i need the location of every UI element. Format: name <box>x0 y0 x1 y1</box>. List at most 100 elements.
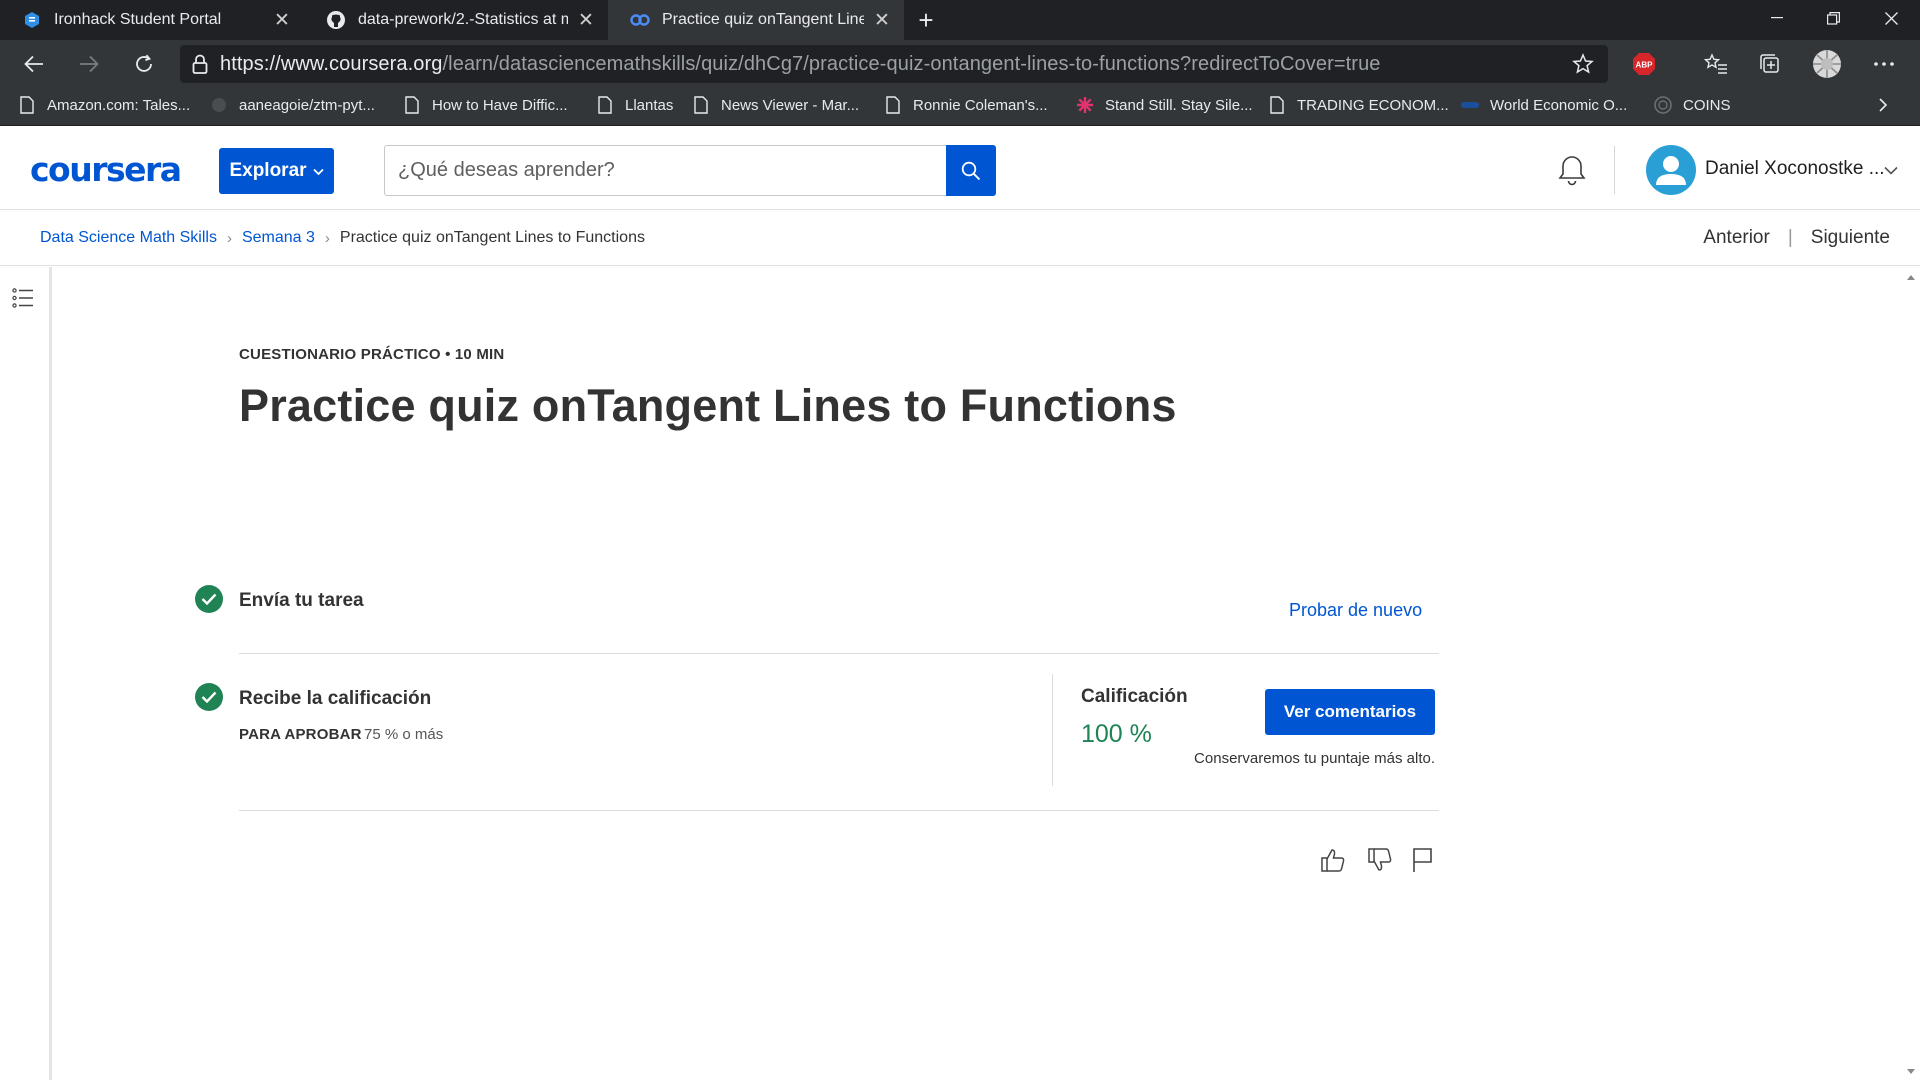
close-window-icon[interactable] <box>1863 0 1919 36</box>
avatar[interactable] <box>1646 145 1696 195</box>
course-outline-rail <box>0 267 52 1080</box>
page-icon <box>1268 96 1286 114</box>
breadcrumb-week[interactable]: Semana 3 <box>242 229 315 247</box>
item-type-label: CUESTIONARIO PRÁCTICO • 10 MIN <box>239 346 505 363</box>
refresh-icon[interactable] <box>126 46 162 82</box>
bookmark-item[interactable]: TRADING ECONOM... <box>1268 88 1449 122</box>
bookmark-item[interactable]: Ronnie Coleman's... <box>884 88 1048 122</box>
search-input[interactable] <box>398 159 946 182</box>
thumbs-up-icon[interactable] <box>1318 845 1348 875</box>
search-box <box>384 145 946 196</box>
github-icon <box>210 96 228 114</box>
restore-icon[interactable] <box>1805 0 1861 36</box>
pass-requirement-label: PARA APROBAR <box>239 726 362 743</box>
step-submit-title: Envía tu tarea <box>239 590 364 611</box>
retry-link[interactable]: Probar de nuevo <box>1289 600 1422 621</box>
asterisk-icon <box>1076 96 1094 114</box>
step-grade-title: Recibe la calificación <box>239 688 432 709</box>
bookmark-label: aaneagoie/ztm-pyt... <box>239 96 375 114</box>
ironhack-icon <box>22 10 42 30</box>
coin-icon <box>1654 96 1672 114</box>
lock-icon[interactable] <box>180 54 220 74</box>
tab-title: data-prework/2.-Statistics at ma <box>358 11 568 28</box>
coursera-icon <box>630 10 650 30</box>
notifications-bell-icon[interactable] <box>1556 154 1588 191</box>
tab-title: Practice quiz onTangent Lines to <box>662 11 864 28</box>
explore-label: Explorar <box>229 160 307 181</box>
scroll-up-arrow-icon[interactable] <box>1907 275 1915 280</box>
url-scheme: https:// <box>220 52 281 75</box>
grade-value: 100 % <box>1081 720 1152 748</box>
breadcrumb-course[interactable]: Data Science Math Skills <box>40 229 217 247</box>
course-outline-list-icon[interactable] <box>12 287 34 314</box>
nav-separator: | <box>1787 227 1793 248</box>
bookmark-item[interactable]: Llantas <box>596 88 673 122</box>
tab-close-icon[interactable]: ✕ <box>272 9 292 32</box>
chevron-right-icon: › <box>226 229 232 247</box>
page-icon <box>18 96 36 114</box>
collections-icon[interactable] <box>1752 46 1788 82</box>
bookmark-label: Llantas <box>625 96 674 114</box>
adblock-icon[interactable]: ABP <box>1626 46 1662 82</box>
tab-close-icon[interactable]: ✕ <box>576 9 596 32</box>
flag-icon[interactable] <box>1407 845 1437 875</box>
section-divider <box>239 653 1439 654</box>
bookmark-star-icon[interactable] <box>1572 53 1594 80</box>
header-divider <box>1614 146 1615 194</box>
thumbs-down-icon[interactable] <box>1365 845 1395 875</box>
tab-coursera-quiz[interactable]: Practice quiz onTangent Lines to ✕ <box>608 0 904 40</box>
bookmark-label: News Viewer - Mar... <box>721 96 860 114</box>
favorites-icon[interactable] <box>1698 46 1734 82</box>
user-name[interactable]: Daniel Xoconostke ... <box>1705 158 1885 180</box>
explore-button[interactable]: Explorar <box>219 148 334 194</box>
tab-github[interactable]: data-prework/2.-Statistics at ma ✕ <box>304 0 608 40</box>
breadcrumb: Data Science Math Skills › Semana 3 › Pr… <box>40 229 645 247</box>
bookmarks-overflow-icon[interactable] <box>1878 88 1888 122</box>
bookmark-item[interactable]: Amazon.com: Tales... <box>18 88 190 122</box>
bookmark-item[interactable]: Stand Still. Stay Sile... <box>1076 88 1253 122</box>
previous-link[interactable]: Anterior <box>1703 227 1770 249</box>
grade-divider <box>1052 674 1053 786</box>
page-title: Practice quiz onTangent Lines to Functio… <box>239 380 1177 431</box>
chevron-down-icon[interactable] <box>1884 162 1898 180</box>
scrollbar[interactable] <box>1903 267 1920 1080</box>
breadcrumb-bar: Data Science Math Skills › Semana 3 › Pr… <box>0 210 1920 266</box>
coursera-logo[interactable]: coursera <box>30 150 182 189</box>
check-circle-icon <box>195 585 223 613</box>
bookmark-label: Amazon.com: Tales... <box>47 96 191 114</box>
view-feedback-button[interactable]: Ver comentarios <box>1265 689 1435 735</box>
tab-ironhack[interactable]: Ironhack Student Portal ✕ <box>0 0 304 40</box>
bookmark-item[interactable]: How to Have Diffic... <box>403 88 568 122</box>
pass-requirement-value: 75 % o más <box>364 726 444 743</box>
grade-label: Calificación <box>1081 686 1188 707</box>
page-icon <box>692 96 710 114</box>
address-bar[interactable]: https://www.coursera.org/learn/datascien… <box>180 45 1608 83</box>
page-icon <box>884 96 902 114</box>
scroll-down-arrow-icon[interactable] <box>1907 1069 1915 1074</box>
chevron-down-icon <box>312 164 324 179</box>
prev-next-nav: Anterior | Siguiente <box>1703 227 1890 249</box>
bookmark-label: Stand Still. Stay Sile... <box>1105 96 1253 114</box>
more-menu-icon[interactable] <box>1866 46 1902 82</box>
bookmark-item[interactable]: World Economic O... <box>1461 88 1627 122</box>
bookmark-label: How to Have Diffic... <box>432 96 568 114</box>
highest-score-note: Conservaremos tu puntaje más alto. <box>1194 750 1435 767</box>
bookmark-item[interactable]: aaneagoie/ztm-pyt... <box>210 88 375 122</box>
adblock-label: ABP <box>1636 61 1654 70</box>
url-host: www.coursera.org <box>280 52 443 75</box>
bookmark-label: World Economic O... <box>1490 96 1628 114</box>
profile-icon[interactable] <box>1809 46 1845 82</box>
tab-close-icon[interactable]: ✕ <box>872 9 892 32</box>
next-link[interactable]: Siguiente <box>1811 227 1890 249</box>
bookmark-label: Ronnie Coleman's... <box>913 96 1048 114</box>
new-tab-button[interactable]: + <box>908 0 944 40</box>
url-text[interactable]: https://www.coursera.org/learn/datascien… <box>220 53 1381 76</box>
browser-tab-strip: Ironhack Student Portal ✕ data-prework/2… <box>0 0 1920 40</box>
search-button[interactable] <box>946 145 996 196</box>
minimize-icon[interactable] <box>1749 0 1805 36</box>
bookmark-item[interactable]: News Viewer - Mar... <box>692 88 859 122</box>
imf-icon <box>1461 96 1479 114</box>
forward-icon[interactable] <box>71 46 107 82</box>
bookmark-item[interactable]: COINS <box>1654 88 1731 122</box>
back-icon[interactable] <box>16 46 52 82</box>
